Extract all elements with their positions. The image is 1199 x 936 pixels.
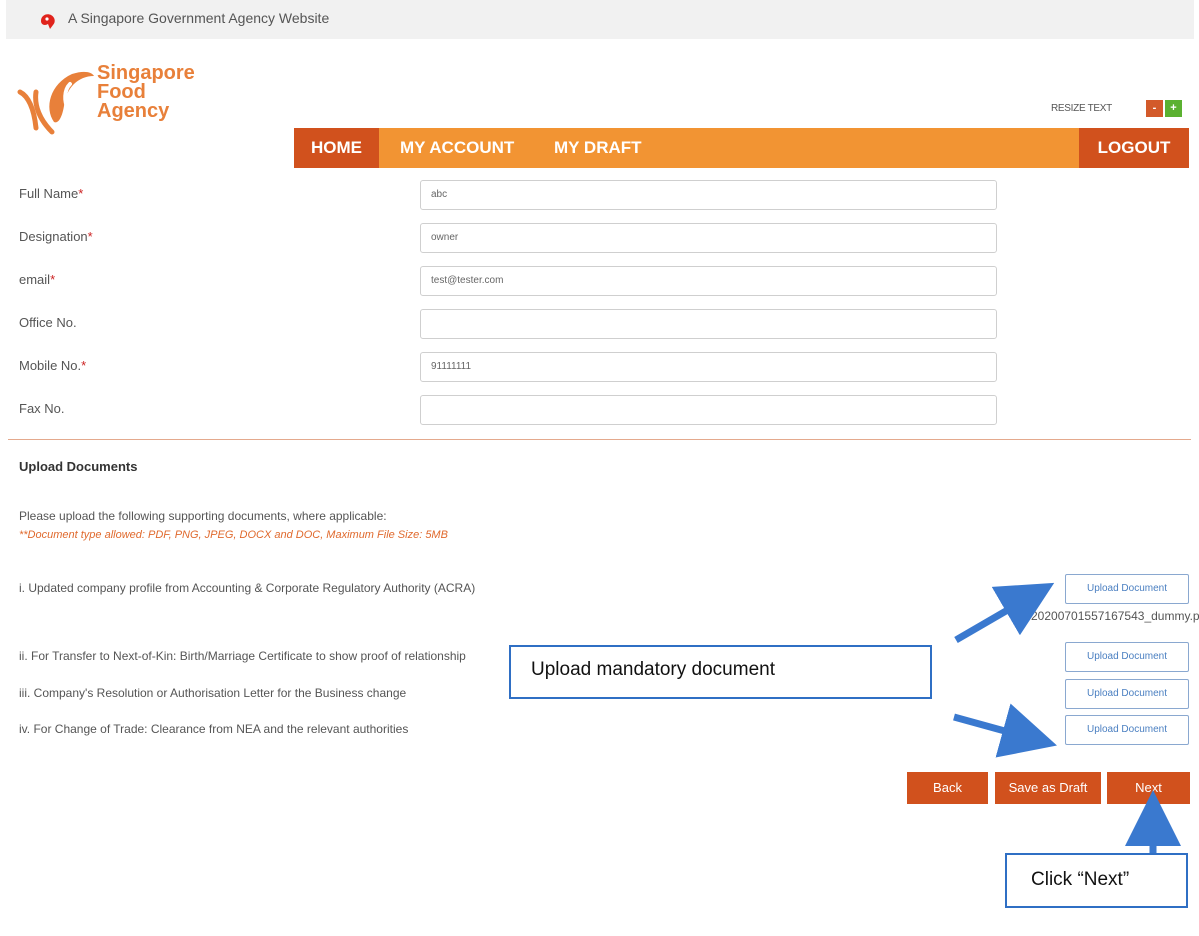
office-no-input[interactable] — [420, 309, 997, 339]
upload-callout: Upload mandatory document — [509, 645, 932, 699]
back-button[interactable]: Back — [907, 772, 988, 804]
full-name-row: Full Name* abc — [19, 180, 999, 212]
upload-documents-heading: Upload Documents — [19, 459, 138, 474]
doc-label-next-of-kin: ii. For Transfer to Next-of-Kin: Birth/M… — [19, 649, 466, 663]
email-label: email* — [19, 272, 56, 287]
nav-my-draft[interactable]: MY DRAFT — [554, 128, 642, 168]
upload-acra-button[interactable]: Upload Document — [1065, 574, 1189, 604]
email-row: email* test@tester.com — [19, 266, 999, 298]
decrease-text-button[interactable]: - — [1146, 100, 1163, 117]
fax-no-row: Fax No. — [19, 395, 999, 427]
designation-row: Designation* owner — [19, 223, 999, 255]
arrow-to-upload-acra — [954, 582, 1055, 644]
nav-home[interactable]: HOME — [294, 128, 379, 168]
designation-label: Designation* — [19, 229, 93, 244]
logo-wordmark: Singapore Food Agency — [97, 62, 195, 122]
office-no-label: Office No. — [19, 315, 77, 330]
upload-change-of-trade-button[interactable]: Upload Document — [1065, 715, 1189, 745]
sfa-logo[interactable]: Singapore Food Agency — [14, 62, 214, 142]
section-divider — [8, 439, 1191, 440]
gov-banner-text: A Singapore Government Agency Website — [68, 10, 330, 26]
uploaded-file-name[interactable]: 20200701557167543_dummy.pdf — [1031, 609, 1199, 623]
full-name-label: Full Name* — [19, 186, 84, 201]
file-type-note: **Document type allowed: PDF, PNG, JPEG,… — [19, 529, 448, 541]
nav-logout[interactable]: LOGOUT — [1079, 128, 1189, 168]
upload-resolution-button[interactable]: Upload Document — [1065, 679, 1189, 709]
leaf-logo-icon — [17, 71, 94, 135]
email-input[interactable]: test@tester.com — [420, 266, 997, 296]
mobile-no-input[interactable]: 91111111 — [420, 352, 997, 382]
upload-instructions: Please upload the following supporting d… — [19, 509, 387, 523]
gov-banner: A Singapore Government Agency Website — [6, 0, 1194, 39]
office-no-row: Office No. — [19, 309, 999, 341]
doc-label-change-of-trade: iv. For Change of Trade: Clearance from … — [19, 722, 409, 736]
next-callout: Click “Next” — [1005, 853, 1188, 908]
fax-no-label: Fax No. — [19, 401, 65, 416]
next-button[interactable]: Next — [1107, 772, 1190, 804]
save-as-draft-button[interactable]: Save as Draft — [995, 772, 1101, 804]
mobile-no-label: Mobile No.* — [19, 358, 87, 373]
arrow-to-upload-change-of-trade — [953, 703, 1057, 758]
resize-text-label: RESIZE TEXT — [1051, 103, 1112, 114]
designation-input[interactable]: owner — [420, 223, 997, 253]
fax-no-input[interactable] — [420, 395, 997, 425]
increase-text-button[interactable]: + — [1165, 100, 1182, 117]
full-name-input[interactable]: abc — [420, 180, 997, 210]
main-nav: HOME MY ACCOUNT MY DRAFT LOGOUT — [294, 128, 1189, 168]
mobile-no-row: Mobile No.* 91111111 — [19, 352, 999, 384]
doc-label-resolution: iii. Company's Resolution or Authorisati… — [19, 686, 407, 700]
doc-label-acra: i. Updated company profile from Accounti… — [19, 581, 476, 595]
upload-next-of-kin-button[interactable]: Upload Document — [1065, 642, 1189, 672]
nav-my-account[interactable]: MY ACCOUNT — [400, 128, 514, 168]
lion-head-icon — [41, 14, 55, 29]
